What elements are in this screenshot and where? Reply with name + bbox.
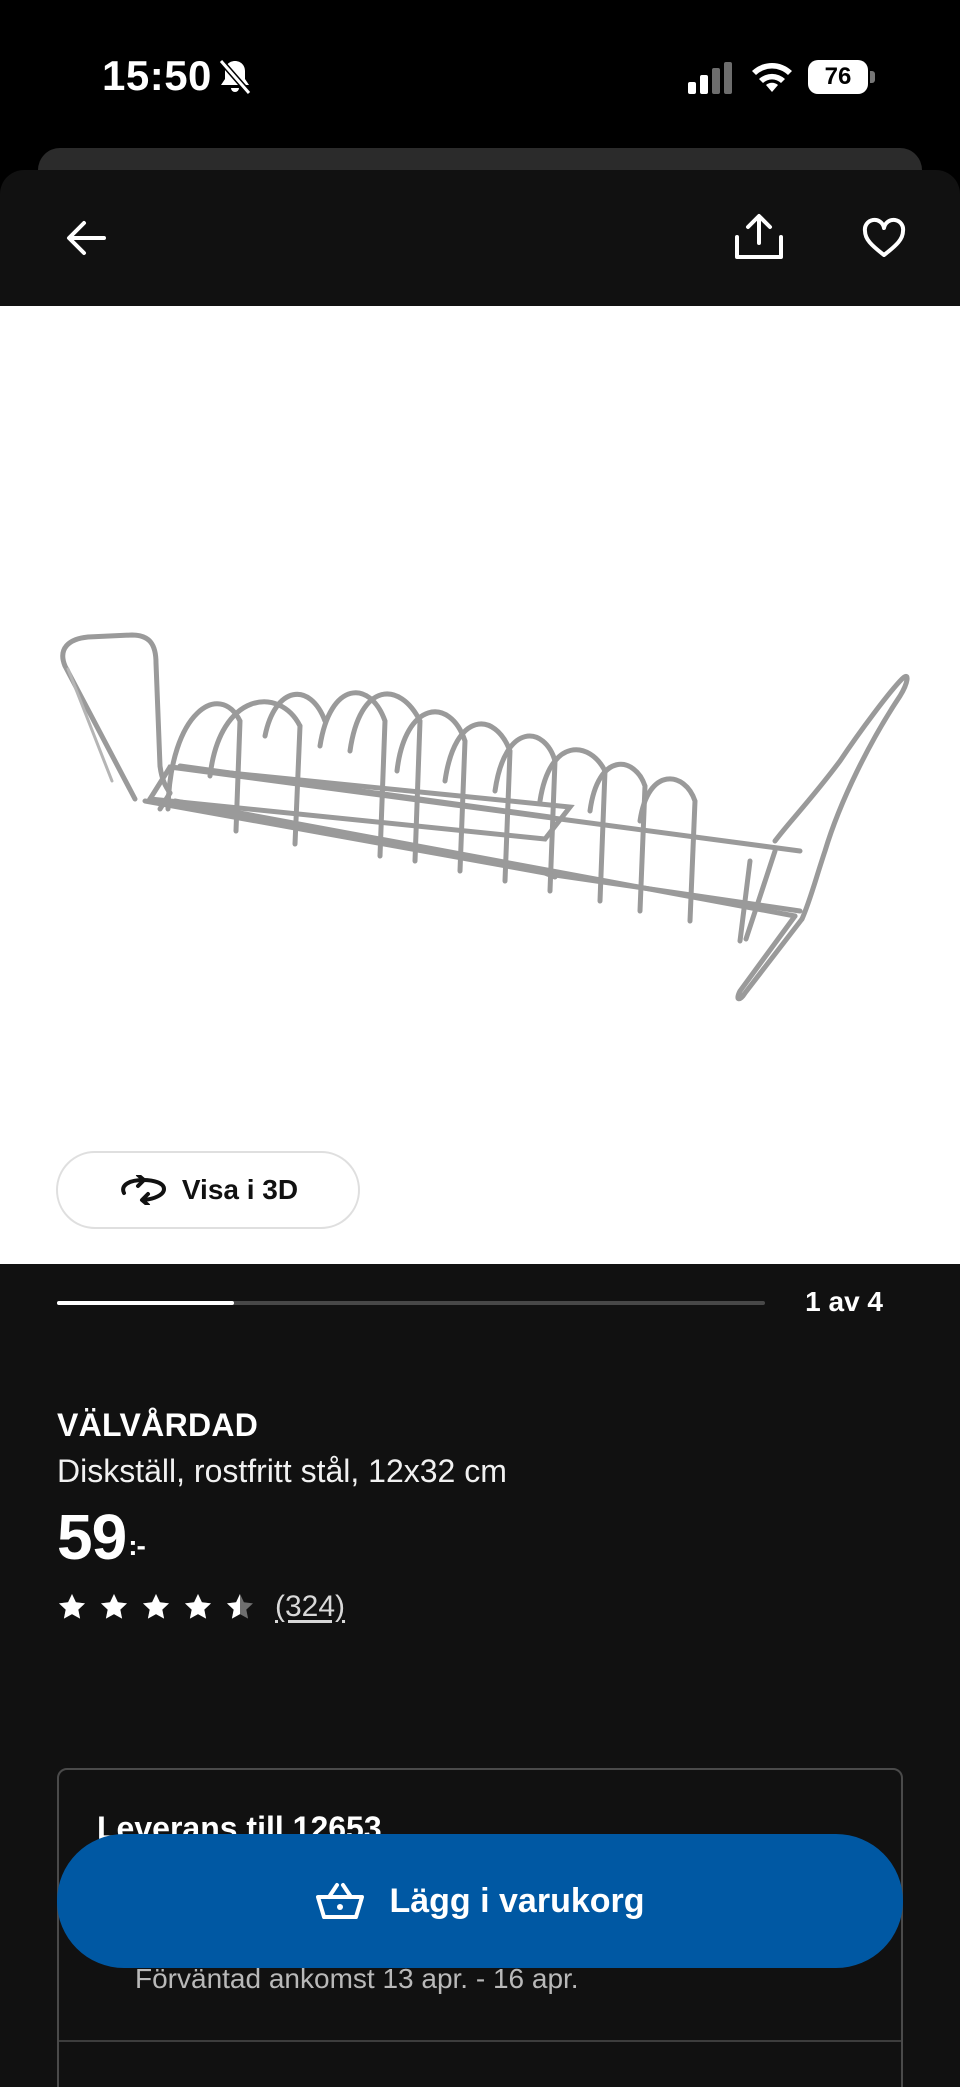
- nav-bar: [0, 170, 960, 306]
- gallery-progress-bar: [57, 1301, 765, 1305]
- status-time: 15:50: [102, 52, 212, 99]
- product-price: 59 :-: [57, 1500, 146, 1574]
- heart-icon: [862, 217, 906, 257]
- star-icon: [185, 1594, 211, 1619]
- status-bar: 15:50 76: [0, 0, 960, 150]
- price-suffix: :-: [128, 1530, 146, 1561]
- product-rating[interactable]: (324): [57, 1590, 345, 1624]
- product-image: [60, 632, 910, 1002]
- rotate-3d-icon: [121, 1175, 166, 1205]
- share-button[interactable]: [723, 200, 795, 272]
- star-icon: [59, 1594, 85, 1619]
- view-3d-button[interactable]: Visa i 3D: [56, 1151, 360, 1229]
- delivery-divider: [59, 2040, 901, 2042]
- cellular-signal-icon: [688, 62, 732, 94]
- view-3d-label: Visa i 3D: [181, 1174, 299, 1205]
- back-button[interactable]: [50, 202, 122, 274]
- gallery-page-counter: 1 av 4: [805, 1286, 883, 1317]
- arrow-left-icon: [67, 221, 106, 255]
- review-count-link[interactable]: (324): [275, 1590, 345, 1624]
- battery-icon: 76: [808, 60, 876, 94]
- star-icon: [143, 1594, 169, 1619]
- star-icon: [227, 1594, 253, 1619]
- rating-stars: [57, 1592, 255, 1622]
- add-to-cart-label: Lägg i varukorg: [389, 1881, 645, 1920]
- share-icon: [735, 214, 783, 259]
- star-icon: [101, 1594, 127, 1619]
- gallery-progress-fill: [57, 1301, 234, 1305]
- add-to-cart-button[interactable]: Lägg i varukorg: [57, 1834, 903, 1968]
- wifi-icon: [752, 63, 792, 92]
- product-description: Diskställ, rostfritt stål, 12x32 cm: [57, 1453, 507, 1489]
- favorite-button[interactable]: [848, 202, 920, 274]
- battery-tip: [870, 71, 875, 83]
- shopping-basket-icon: [316, 1883, 365, 1919]
- product-image-gallery[interactable]: Visa i 3D: [0, 306, 960, 1264]
- product-name: VÄLVÅRDAD: [57, 1407, 259, 1443]
- price-value: 59: [57, 1501, 127, 1573]
- bell-slash-icon: [218, 59, 252, 95]
- battery-level: 76: [808, 60, 868, 94]
- product-sheet: Visa i 3D 1 av 4 VÄLVÅRDAD Diskställ, ro…: [0, 170, 960, 2087]
